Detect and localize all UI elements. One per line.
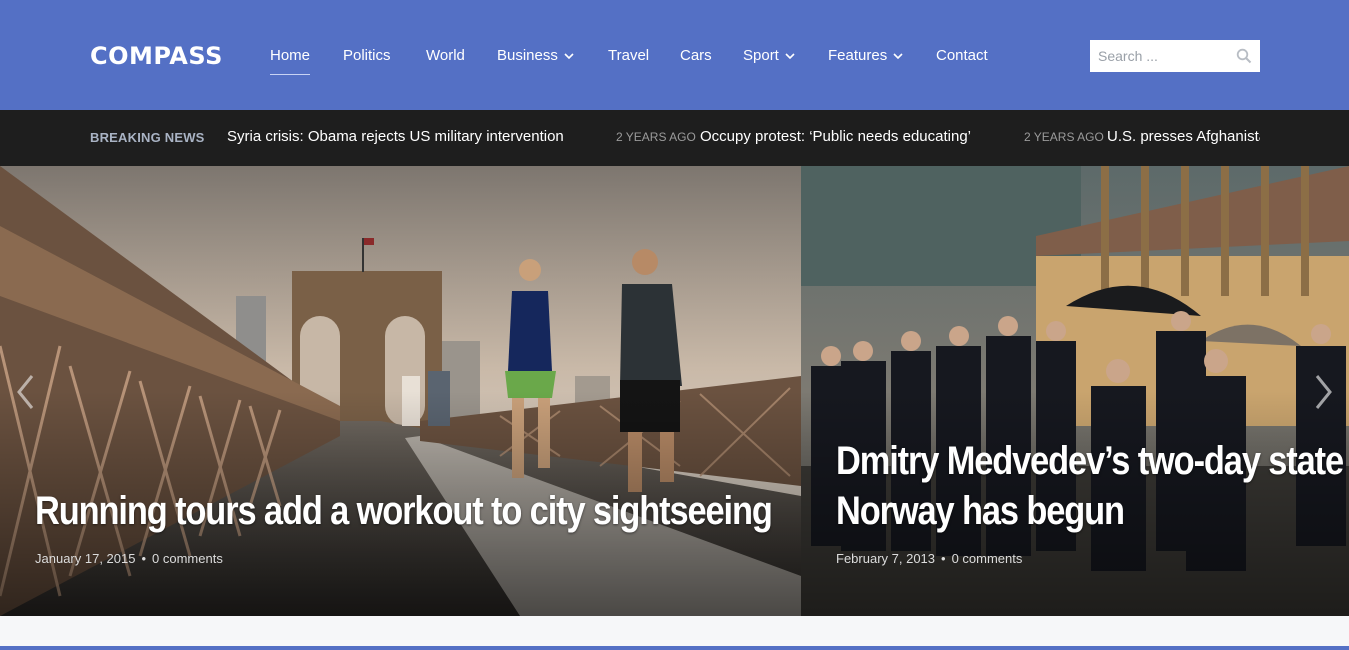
nav-label: Business bbox=[497, 47, 558, 64]
comments-link[interactable]: 0 comments bbox=[152, 551, 223, 566]
slide-title-line: Norway has begun bbox=[836, 489, 1125, 533]
slide-title[interactable]: Dmitry Medvedev’s two-day state v Norway… bbox=[836, 436, 1349, 536]
nav-label: Travel bbox=[608, 47, 650, 64]
meta-separator: • bbox=[141, 551, 147, 566]
nav-label: Home bbox=[270, 47, 311, 64]
slide-title-line: Dmitry Medvedev’s two-day state v bbox=[836, 439, 1349, 483]
nav-label: Politics bbox=[343, 47, 391, 64]
breaking-news-bar: BREAKING NEWS Syria crisis: Obama reject… bbox=[0, 110, 1349, 166]
nav-item-business[interactable]: Business bbox=[497, 47, 574, 64]
section-divider bbox=[0, 646, 1349, 650]
slide-running-tours[interactable]: Running tours add a workout to city sigh… bbox=[0, 166, 801, 616]
featured-slider: Running tours add a workout to city sigh… bbox=[0, 166, 1349, 616]
slider-next-arrow-icon[interactable] bbox=[1313, 372, 1335, 412]
search-box bbox=[1090, 40, 1260, 72]
site-header: COMPASS Home Politics World Business Tra… bbox=[0, 0, 1349, 110]
nav-item-cars[interactable]: Cars bbox=[680, 47, 712, 64]
nav-item-sport[interactable]: Sport bbox=[743, 47, 795, 64]
slide-meta: February 7, 2013 • 0 comments bbox=[836, 551, 1022, 566]
breaking-news-label: BREAKING NEWS bbox=[90, 130, 205, 145]
nav-label: World bbox=[426, 47, 465, 64]
post-date: January 17, 2015 bbox=[35, 551, 136, 566]
ticker-headline[interactable]: U.S. presses Afghanistan bbox=[1107, 128, 1260, 145]
ticker-time: 2 YEARS AGO bbox=[616, 130, 696, 144]
nav-item-home[interactable]: Home bbox=[270, 47, 311, 75]
chevron-down-icon bbox=[785, 53, 795, 60]
slide-image-bridge bbox=[0, 166, 801, 616]
nav-label: Cars bbox=[680, 47, 712, 64]
slider-prev-arrow-icon[interactable] bbox=[14, 372, 36, 412]
ticker-headline[interactable]: Syria crisis: Obama rejects US military … bbox=[227, 128, 564, 145]
nav-item-world[interactable]: World bbox=[426, 47, 465, 64]
nav-label: Contact bbox=[936, 47, 988, 64]
slide-medvedev-norway[interactable]: Dmitry Medvedev’s two-day state v Norway… bbox=[801, 166, 1349, 616]
news-ticker: Syria crisis: Obama rejects US military … bbox=[227, 110, 1260, 166]
search-icon[interactable] bbox=[1236, 48, 1252, 64]
meta-separator: • bbox=[941, 551, 946, 566]
post-date: February 7, 2013 bbox=[836, 551, 936, 566]
nav-item-features[interactable]: Features bbox=[828, 47, 903, 64]
nav-item-politics[interactable]: Politics bbox=[343, 47, 391, 64]
comments-link[interactable]: 0 comments bbox=[952, 551, 1023, 566]
search-input[interactable] bbox=[1090, 40, 1230, 72]
chevron-down-icon bbox=[893, 53, 903, 60]
chevron-down-icon bbox=[564, 53, 574, 60]
nav-item-travel[interactable]: Travel bbox=[608, 47, 649, 64]
content-area bbox=[0, 616, 1349, 650]
slide-image-delegation bbox=[801, 166, 1349, 616]
site-logo[interactable]: COMPASS bbox=[90, 42, 223, 70]
ticker-time: 2 YEARS AGO bbox=[1024, 130, 1104, 144]
slide-meta: January 17, 2015 • 0 comments bbox=[35, 551, 223, 566]
ticker-headline[interactable]: Occupy protest: ‘Public needs educating’ bbox=[700, 128, 971, 145]
nav-label: Sport bbox=[743, 47, 779, 64]
nav-item-contact[interactable]: Contact bbox=[936, 47, 988, 64]
slide-title[interactable]: Running tours add a workout to city sigh… bbox=[35, 486, 773, 536]
nav-label: Features bbox=[828, 47, 888, 64]
